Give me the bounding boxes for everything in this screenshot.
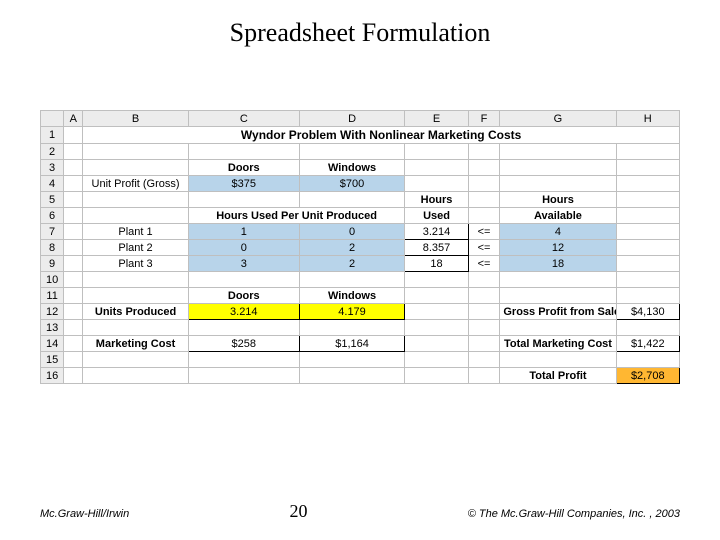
p3-avail: 18 bbox=[500, 256, 616, 272]
slide: Spreadsheet Formulation A B C D E F G H bbox=[0, 0, 720, 540]
rownum-2: 2 bbox=[41, 144, 64, 160]
label-hours-avail-bot: Available bbox=[500, 208, 616, 224]
label-total-marketing: Total Marketing Cost bbox=[500, 336, 616, 352]
grid: A B C D E F G H 1 Wyndor Problem With No… bbox=[40, 110, 680, 384]
rownum-5: 5 bbox=[41, 192, 64, 208]
p1-doors: 1 bbox=[188, 224, 299, 240]
rownum-16: 16 bbox=[41, 368, 64, 384]
rownum-14: 14 bbox=[41, 336, 64, 352]
mkt-windows: $1,164 bbox=[299, 336, 405, 352]
label-units-produced: Units Produced bbox=[83, 304, 189, 320]
col-B: B bbox=[83, 111, 189, 127]
rownum-10: 10 bbox=[41, 272, 64, 288]
col-F: F bbox=[468, 111, 500, 127]
slide-title: Spreadsheet Formulation bbox=[0, 18, 720, 48]
total-mkt-value: $1,422 bbox=[616, 336, 679, 352]
footer-page: 20 bbox=[289, 501, 307, 522]
p2-doors: 0 bbox=[188, 240, 299, 256]
spreadsheet: A B C D E F G H 1 Wyndor Problem With No… bbox=[40, 110, 680, 384]
rownum-7: 7 bbox=[41, 224, 64, 240]
label-plant3: Plant 3 bbox=[83, 256, 189, 272]
p1-used: 3.214 bbox=[405, 224, 468, 240]
footer-right: © The Mc.Graw-Hill Companies, Inc. , 200… bbox=[468, 508, 680, 520]
label-windows: Windows bbox=[299, 160, 405, 176]
label-gross-profit: Gross Profit from Sales bbox=[500, 304, 616, 320]
label-doors: Doors bbox=[188, 160, 299, 176]
row-12: 12 Units Produced 3.214 4.179 Gross Prof… bbox=[41, 304, 680, 320]
label-unit-profit: Unit Profit (Gross) bbox=[83, 176, 189, 192]
row-13: 13 bbox=[41, 320, 680, 336]
rownum-9: 9 bbox=[41, 256, 64, 272]
label-hours-avail-top: Hours bbox=[500, 192, 616, 208]
p3-rel: <= bbox=[468, 256, 500, 272]
rownum-4: 4 bbox=[41, 176, 64, 192]
total-profit-value: $2,708 bbox=[616, 368, 679, 384]
footer-left: Mc.Graw-Hill/Irwin bbox=[40, 508, 129, 520]
row-1: 1 Wyndor Problem With Nonlinear Marketin… bbox=[41, 127, 680, 144]
label-hours-used-bot: Used bbox=[405, 208, 468, 224]
gross-profit-value: $4,130 bbox=[616, 304, 679, 320]
col-A: A bbox=[64, 111, 83, 127]
footer: Mc.Graw-Hill/Irwin 20 © The Mc.Graw-Hill… bbox=[40, 501, 680, 522]
row-11: 11 Doors Windows bbox=[41, 288, 680, 304]
corner-cell bbox=[41, 111, 64, 127]
units-windows: 4.179 bbox=[299, 304, 405, 320]
units-doors: 3.214 bbox=[188, 304, 299, 320]
p1-windows: 0 bbox=[299, 224, 405, 240]
row-5: 5 Hours Hours bbox=[41, 192, 680, 208]
label-doors-2: Doors bbox=[188, 288, 299, 304]
row-3: 3 Doors Windows bbox=[41, 160, 680, 176]
row-2: 2 bbox=[41, 144, 680, 160]
p1-avail: 4 bbox=[500, 224, 616, 240]
col-G: G bbox=[500, 111, 616, 127]
rownum-11: 11 bbox=[41, 288, 64, 304]
p2-windows: 2 bbox=[299, 240, 405, 256]
row-16: 16 Total Profit $2,708 bbox=[41, 368, 680, 384]
unit-profit-windows: $700 bbox=[299, 176, 405, 192]
row-8: 8 Plant 2 0 2 8.357 <= 12 bbox=[41, 240, 680, 256]
p3-windows: 2 bbox=[299, 256, 405, 272]
mkt-doors: $258 bbox=[188, 336, 299, 352]
p2-avail: 12 bbox=[500, 240, 616, 256]
col-C: C bbox=[188, 111, 299, 127]
label-total-profit: Total Profit bbox=[500, 368, 616, 384]
p2-rel: <= bbox=[468, 240, 500, 256]
row-7: 7 Plant 1 1 0 3.214 <= 4 bbox=[41, 224, 680, 240]
rownum-8: 8 bbox=[41, 240, 64, 256]
row-4: 4 Unit Profit (Gross) $375 $700 bbox=[41, 176, 680, 192]
rownum-12: 12 bbox=[41, 304, 64, 320]
rownum-3: 3 bbox=[41, 160, 64, 176]
label-windows-2: Windows bbox=[299, 288, 405, 304]
rownum-1: 1 bbox=[41, 127, 64, 144]
sheet-title: Wyndor Problem With Nonlinear Marketing … bbox=[83, 127, 680, 144]
row-10: 10 bbox=[41, 272, 680, 288]
p2-used: 8.357 bbox=[405, 240, 468, 256]
rownum-13: 13 bbox=[41, 320, 64, 336]
label-marketing-cost: Marketing Cost bbox=[83, 336, 189, 352]
label-hours-per-unit: Hours Used Per Unit Produced bbox=[188, 208, 405, 224]
col-E: E bbox=[405, 111, 468, 127]
rownum-15: 15 bbox=[41, 352, 64, 368]
p3-used: 18 bbox=[405, 256, 468, 272]
p1-rel: <= bbox=[468, 224, 500, 240]
col-H: H bbox=[616, 111, 679, 127]
label-hours-used-top: Hours bbox=[405, 192, 468, 208]
label-plant1: Plant 1 bbox=[83, 224, 189, 240]
row-6: 6 Hours Used Per Unit Produced Used Avai… bbox=[41, 208, 680, 224]
p3-doors: 3 bbox=[188, 256, 299, 272]
row-9: 9 Plant 3 3 2 18 <= 18 bbox=[41, 256, 680, 272]
column-header-row: A B C D E F G H bbox=[41, 111, 680, 127]
row-15: 15 bbox=[41, 352, 680, 368]
rownum-6: 6 bbox=[41, 208, 64, 224]
row-14: 14 Marketing Cost $258 $1,164 Total Mark… bbox=[41, 336, 680, 352]
col-D: D bbox=[299, 111, 405, 127]
unit-profit-doors: $375 bbox=[188, 176, 299, 192]
label-plant2: Plant 2 bbox=[83, 240, 189, 256]
